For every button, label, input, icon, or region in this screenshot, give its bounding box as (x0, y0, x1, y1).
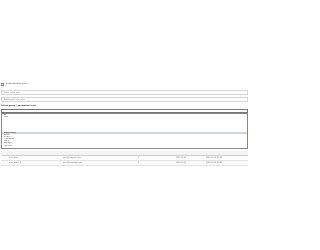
table-row[interactable]: user_name_2 user2@example.com 1 2019-01-01 2… (1, 161, 248, 166)
users-table: user_name user@example.com 1 2019-01-01 2019… (1, 151, 248, 166)
table-cell: user_name_2 (9, 162, 21, 164)
text-input-2[interactable]: Additional field value (1, 97, 248, 102)
select-section-label: Select group / permission level (1, 105, 36, 107)
table-cell: 2019-01-01 (176, 162, 187, 164)
select-option[interactable]: Operator (2, 145, 247, 147)
table-cell: 1 (138, 162, 140, 164)
group-select-listbox[interactable]: All Item Administrator Editor Viewer Contribu… (1, 113, 248, 149)
option-checkbox[interactable] (1, 83, 4, 86)
text-input-1[interactable]: Enter value here (1, 90, 248, 95)
table-cell: 2019-01-01 00:00 (206, 162, 223, 164)
page: Enable/disable option Enter value here A… (0, 0, 250, 250)
option-checkbox-label: Enable/disable option (6, 83, 28, 85)
table-cell: user2@example.com (63, 162, 83, 164)
option-checkbox-row[interactable]: Enable/disable option (1, 83, 28, 86)
